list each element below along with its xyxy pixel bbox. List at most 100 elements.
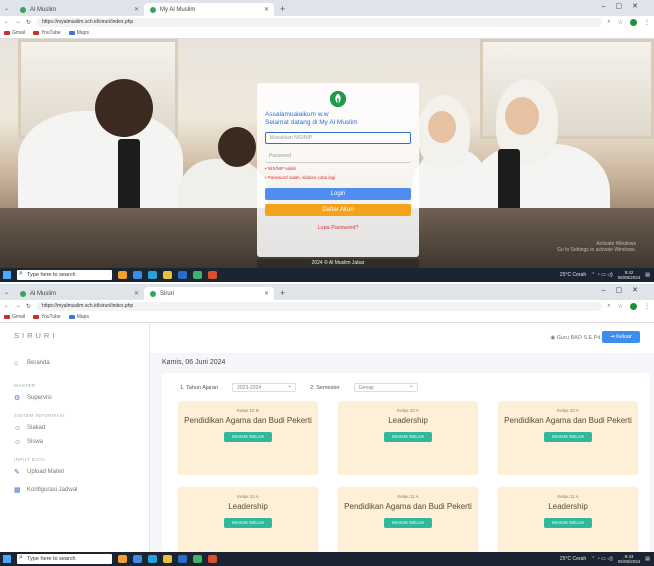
bookmark-maps[interactable]: Maps bbox=[68, 30, 89, 36]
forward-icon[interactable]: → bbox=[15, 19, 21, 25]
windows-start-icon[interactable] bbox=[3, 271, 11, 279]
sidebar-item-supervisi[interactable]: ⚙ Supervisi bbox=[0, 391, 149, 405]
app-icon[interactable] bbox=[208, 271, 217, 279]
menu-icon[interactable]: ⋮ bbox=[644, 303, 650, 310]
class-name: Kelas 10 A bbox=[557, 408, 579, 413]
subject-name: Pendidikan Agama dan Budi Pekerti bbox=[184, 416, 312, 425]
mail-icon[interactable] bbox=[178, 271, 187, 279]
password-field[interactable]: Password bbox=[265, 151, 411, 163]
bookmark-youtube[interactable]: YouTube bbox=[33, 314, 61, 320]
dashboard-screenshot: ⌄ Al Muslim ✕ Siruri ✕ + –▢✕ ← → ↻ https… bbox=[0, 284, 654, 566]
close-tab-icon[interactable]: ✕ bbox=[264, 6, 269, 13]
tab-search-icon[interactable]: ⌄ bbox=[4, 287, 14, 300]
clock[interactable]: 9:42 06/06/2024 bbox=[618, 270, 641, 280]
brand-logo[interactable]: SIRURI bbox=[0, 323, 149, 353]
tray-icons[interactable]: ⌃ ◔ ▭ ◁) bbox=[591, 272, 613, 278]
weather-text[interactable]: 25°C Cerah bbox=[560, 272, 586, 278]
enter-class-button[interactable]: MASUK KELAS bbox=[544, 432, 592, 442]
url-input[interactable]: https://myalmuslim.sch.id/siruri/index.p… bbox=[36, 301, 603, 311]
notification-icon[interactable]: ▤ bbox=[645, 556, 650, 562]
zoom-icon[interactable]: ⌕ bbox=[607, 19, 610, 26]
reload-icon[interactable]: ↻ bbox=[26, 19, 31, 26]
chrome-icon[interactable] bbox=[193, 271, 202, 279]
mail-icon[interactable] bbox=[178, 555, 187, 563]
sidebar-item-upload-materi[interactable]: ✎ Upload Materi bbox=[0, 465, 149, 479]
class-list-panel: 1. Tahun Ajaran 2023-2024 2. Semester Ge… bbox=[162, 373, 650, 561]
sidebar-item-beranda[interactable]: ⌂ Beranda bbox=[0, 353, 149, 373]
register-button[interactable]: Daftar Akun bbox=[265, 204, 411, 216]
tab-al-muslim[interactable]: Al Muslim ✕ bbox=[14, 287, 144, 300]
tahun-ajaran-select[interactable]: 2023-2024 bbox=[232, 382, 297, 392]
sidebar-item-siakad[interactable]: ☺ Siakad bbox=[0, 421, 149, 435]
close-tab-icon[interactable]: ✕ bbox=[134, 290, 139, 297]
enter-class-button[interactable]: MASUK KELAS bbox=[384, 432, 432, 442]
chrome-icon[interactable] bbox=[193, 555, 202, 563]
back-icon[interactable]: ← bbox=[4, 19, 10, 25]
window-controls[interactable]: –▢✕ bbox=[602, 2, 648, 10]
window-controls[interactable]: –▢✕ bbox=[602, 286, 648, 294]
tab-my-al-muslim[interactable]: My Al Muslim ✕ bbox=[144, 3, 274, 16]
app-icon[interactable] bbox=[208, 555, 217, 563]
tab-al-muslim[interactable]: Al Muslim ✕ bbox=[14, 3, 144, 16]
star-icon[interactable]: ☆ bbox=[618, 303, 623, 310]
edge-icon[interactable] bbox=[133, 271, 142, 279]
subject-name: Pendidikan Agama dan Budi Pekerti bbox=[344, 502, 472, 511]
zoom-icon[interactable]: ⌕ bbox=[607, 303, 610, 310]
notification-icon[interactable]: ▤ bbox=[645, 272, 650, 278]
back-icon[interactable]: ← bbox=[4, 303, 10, 309]
tab-search-icon[interactable]: ⌄ bbox=[4, 3, 14, 16]
enter-class-button[interactable]: MASUK KELAS bbox=[544, 518, 592, 528]
tab-strip: ⌄ Al Muslim ✕ Siruri ✕ + –▢✕ bbox=[0, 284, 654, 300]
class-card: Kelas 11 A Leadership MASUK KELAS bbox=[498, 487, 638, 561]
edge-icon[interactable] bbox=[133, 555, 142, 563]
enter-class-button[interactable]: MASUK KELAS bbox=[384, 518, 432, 528]
youtube-icon bbox=[33, 30, 40, 35]
bookmark-gmail[interactable]: Gmail bbox=[4, 314, 25, 320]
login-button[interactable]: Login bbox=[265, 188, 411, 200]
class-card: Kelas 10 A Leadership MASUK KELAS bbox=[338, 401, 478, 475]
logout-button[interactable]: ⇥ Keluar bbox=[602, 331, 640, 343]
user-menu[interactable]: ◉ Guru BAD S.E.Pd. bbox=[550, 335, 602, 341]
menu-icon[interactable]: ⋮ bbox=[644, 19, 650, 26]
sidebar-item-siswa[interactable]: ☺ Siswa bbox=[0, 435, 149, 449]
task-view-icon[interactable] bbox=[118, 271, 127, 279]
sidebar-item-konfigurasi-jadwal[interactable]: ▦ Konfigurasi Jadwal bbox=[0, 483, 149, 497]
taskbar-search-input[interactable]: Type here to search bbox=[17, 553, 112, 564]
semester-select[interactable]: Genap bbox=[353, 382, 418, 392]
enter-class-button[interactable]: MASUK KELAS bbox=[224, 518, 272, 528]
new-tab-button[interactable]: + bbox=[274, 287, 291, 300]
store-icon[interactable] bbox=[148, 555, 157, 563]
new-tab-button[interactable]: + bbox=[274, 3, 291, 16]
close-tab-icon[interactable]: ✕ bbox=[134, 6, 139, 13]
class-card: Kelas 10 A Leadership MASUK KELAS bbox=[178, 487, 318, 561]
taskbar-search-input[interactable]: Type here to search bbox=[17, 269, 112, 280]
bookmark-gmail[interactable]: Gmail bbox=[4, 30, 25, 36]
tab-label: Al Muslim bbox=[30, 290, 57, 297]
url-input[interactable]: https://myalmuslim.sch.id/siruri/index.p… bbox=[36, 17, 603, 27]
enter-class-button[interactable]: MASUK KELAS bbox=[224, 432, 272, 442]
profile-avatar[interactable] bbox=[630, 18, 637, 26]
close-tab-icon[interactable]: ✕ bbox=[264, 290, 269, 297]
star-icon[interactable]: ☆ bbox=[618, 19, 623, 26]
tab-siruri[interactable]: Siruri ✕ bbox=[144, 287, 274, 300]
profile-avatar[interactable] bbox=[630, 302, 637, 310]
tray-icons[interactable]: ⌃ ◔ ▭ ◁) bbox=[591, 556, 613, 562]
store-icon[interactable] bbox=[148, 271, 157, 279]
favicon-icon bbox=[150, 6, 156, 13]
username-field[interactable]: Masukkan NIS/NIP bbox=[265, 132, 411, 144]
weather-text[interactable]: 25°C Cerah bbox=[560, 556, 586, 562]
student-head bbox=[95, 79, 153, 137]
bookmark-maps[interactable]: Maps bbox=[68, 314, 89, 320]
sidebar: SIRURI ⌂ Beranda MASTER ⚙ Supervisi SISTEM… bbox=[0, 323, 150, 552]
windows-start-icon[interactable] bbox=[3, 555, 11, 563]
bookmark-youtube[interactable]: YouTube bbox=[33, 30, 61, 36]
forgot-password-link[interactable]: Lupa Password? bbox=[265, 225, 411, 231]
clock[interactable]: 9:43 06/06/2024 bbox=[618, 554, 641, 564]
file-explorer-icon[interactable] bbox=[163, 271, 172, 279]
clock-date: 06/06/2024 bbox=[617, 275, 641, 280]
task-view-icon[interactable] bbox=[118, 555, 127, 563]
file-explorer-icon[interactable] bbox=[163, 555, 172, 563]
reload-icon[interactable]: ↻ bbox=[26, 303, 31, 310]
forward-icon[interactable]: → bbox=[15, 303, 21, 309]
activation-watermark: Activate Windows Go to Settings to activ… bbox=[557, 241, 636, 253]
